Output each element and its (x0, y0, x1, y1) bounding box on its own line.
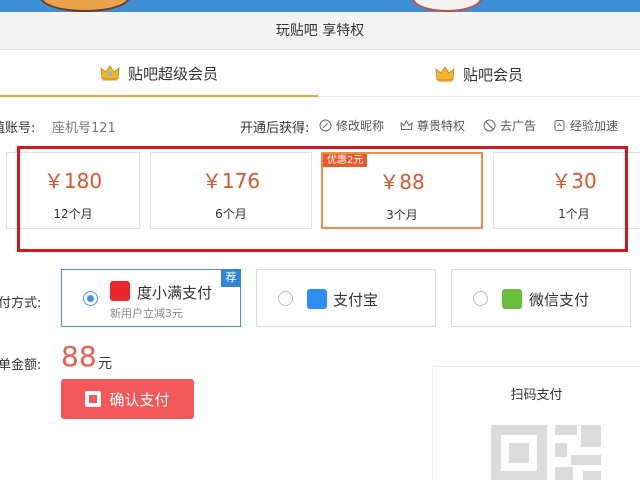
perk-premium: 尊贵特权 (400, 117, 465, 134)
tab-bar: 贴吧超级会员 贴吧会员 (0, 51, 640, 97)
account-row: 值账号: 座机号121 开通后获得: 修改昵称 尊贵特权 去广告 经验加速 (0, 97, 640, 145)
qr-code-icon (491, 415, 601, 480)
account-label: 值账号: (0, 121, 36, 136)
wallet-icon (85, 391, 102, 407)
amount-label: 单金额: (0, 358, 42, 373)
account-value: 座机号121 (52, 121, 116, 136)
benefits-label: 开通后获得: (240, 121, 310, 136)
rename-icon (319, 119, 332, 132)
no-ads-icon (483, 119, 496, 132)
confirm-pay-label: 确认支付 (109, 390, 170, 409)
confirm-pay-button[interactable]: 确认支付 (61, 379, 194, 419)
payment-name: 度小满支付 (137, 284, 213, 302)
payment-name: 微信支付 (529, 291, 590, 309)
payment-method-label: 付方式: (0, 296, 42, 311)
qr-panel: 扫码支付 (432, 366, 640, 480)
payment-subtext: 新用户立减3元 (110, 307, 183, 320)
payment-name: 支付宝 (333, 291, 379, 309)
tab-super-member[interactable]: 贴吧超级会员 (0, 51, 318, 97)
qr-title: 扫码支付 (510, 388, 563, 403)
recommended-badge: 荐 (221, 269, 241, 287)
perk-label: 尊贵特权 (417, 119, 466, 133)
amount-unit: 元 (98, 356, 112, 372)
radio-button[interactable] (278, 291, 293, 306)
perk-exp-boost: 经验加速 (553, 117, 618, 134)
perk-label: 去广告 (500, 119, 537, 133)
boost-icon (553, 119, 566, 132)
top-banner (0, 0, 640, 12)
payment-option-alipay[interactable]: 支付宝 (256, 269, 436, 327)
banner-decoration (40, 0, 130, 12)
wechat-pay-icon (502, 289, 522, 309)
tab-member[interactable]: 贴吧会员 (318, 51, 640, 97)
duxiaoman-icon (110, 281, 130, 301)
alipay-icon (307, 289, 327, 309)
amount-value: 88 (61, 340, 97, 373)
perk-rename: 修改昵称 (319, 117, 384, 134)
crown-icon (100, 65, 120, 81)
crown-icon (435, 66, 455, 82)
header-title: 玩贴吧 享特权 (275, 23, 365, 39)
page-header: 玩贴吧 享特权 (0, 12, 640, 50)
perk-label: 修改昵称 (336, 119, 385, 133)
tab-label: 贴吧超级会员 (127, 64, 218, 83)
perk-label: 经验加速 (570, 119, 619, 133)
payment-option-duxiaoman[interactable]: 度小满支付 新用户立减3元 荐 (61, 269, 241, 327)
radio-button[interactable] (83, 291, 98, 306)
crown-outline-icon (400, 119, 413, 132)
tab-label: 贴吧会员 (462, 65, 523, 84)
payment-option-wechat[interactable]: 微信支付 (451, 269, 631, 327)
highlight-annotation-box (17, 146, 628, 252)
perk-no-ads: 去广告 (483, 117, 536, 134)
banner-decoration (412, 0, 482, 12)
radio-button[interactable] (473, 291, 488, 306)
